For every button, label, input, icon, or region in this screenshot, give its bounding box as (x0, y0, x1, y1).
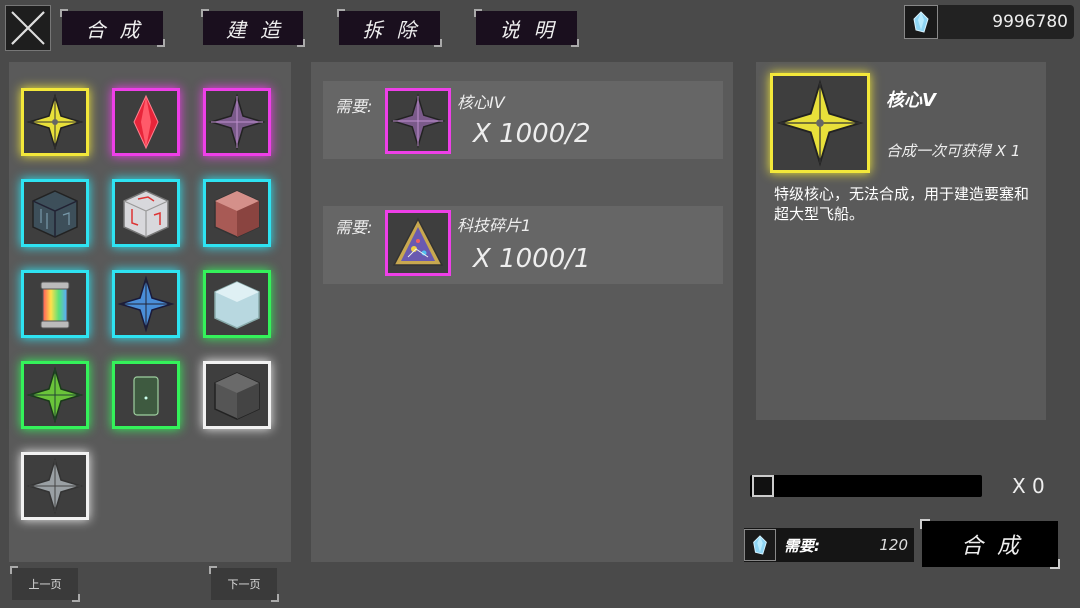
craft-cost: 需要: 120 (744, 528, 914, 562)
requirement-name: 科技碎片1 (457, 216, 532, 235)
inventory-slot-red-crystal[interactable] (112, 88, 180, 156)
inventory-slot-gray-core[interactable] (21, 452, 89, 520)
inventory-slot-core-v[interactable] (21, 88, 89, 156)
dark-circuit-cube-icon (32, 190, 78, 238)
core-v-icon (26, 93, 84, 151)
tab-synthesize[interactable]: 合成 (60, 9, 165, 47)
requirement-count: X 1000/1 (473, 244, 591, 274)
glass-cube-icon (214, 281, 260, 329)
core-v-icon (776, 79, 864, 167)
close-button[interactable] (5, 5, 51, 51)
gray-core-icon (26, 457, 84, 515)
inventory-slot-gray-cube[interactable] (203, 361, 271, 429)
requirement-item-slot (385, 88, 451, 154)
red-crystal-icon (133, 94, 159, 150)
slider-handle[interactable] (752, 475, 774, 497)
inventory-slot-dark-circuit-cube[interactable] (21, 179, 89, 247)
inventory-slot-core-iv[interactable] (203, 88, 271, 156)
inventory-slot-rainbow-capsule[interactable] (21, 270, 89, 338)
currency-display: 9996780 (904, 5, 1074, 39)
requirement-row: 需要: 核心IV X 1000/2 (323, 81, 723, 159)
gray-cube-icon (214, 372, 260, 420)
detail-item-slot (770, 73, 870, 173)
inventory-slot-green-canister[interactable] (112, 361, 180, 429)
inventory-slot-white-circuit-cube[interactable] (112, 179, 180, 247)
cost-label: 需要: (784, 536, 820, 555)
inventory-slot-blue-core[interactable] (112, 270, 180, 338)
currency-amount: 9996780 (992, 12, 1068, 32)
green-core-icon (26, 366, 84, 424)
inventory-slot-green-core[interactable] (21, 361, 89, 429)
requirement-name: 核心IV (457, 93, 505, 112)
inventory-slot-glass-cube[interactable] (203, 270, 271, 338)
green-canister-icon (133, 376, 159, 416)
craft-button[interactable]: 合成 (920, 519, 1060, 569)
crystal-icon (904, 5, 938, 39)
close-icon (11, 11, 45, 45)
next-page-button[interactable]: 下一页 (209, 566, 279, 602)
detail-item-name: 核心V (886, 90, 936, 111)
inventory-slot-red-cube[interactable] (203, 179, 271, 247)
white-circuit-cube-icon (123, 190, 169, 238)
tab-build[interactable]: 建造 (201, 9, 305, 47)
core-iv-icon (208, 93, 266, 151)
crystal-icon (744, 529, 776, 561)
core-iv-icon (390, 93, 446, 149)
tab-instructions[interactable]: 说明 (474, 9, 579, 47)
rainbow-capsule-icon (40, 281, 70, 329)
blue-core-icon (117, 275, 175, 333)
prev-page-button[interactable]: 上一页 (10, 566, 80, 602)
cost-value: 120 (879, 536, 908, 554)
requirement-count: X 1000/2 (473, 119, 591, 149)
detail-description: 特级核心，无法合成，用于建造要塞和超大型飞船。 (774, 185, 1030, 223)
red-cube-icon (214, 190, 260, 238)
tab-demolish[interactable]: 拆除 (337, 9, 442, 47)
tech-fragment-icon (392, 217, 444, 266)
quantity-display: X 0 (1012, 474, 1045, 498)
requirement-row: 需要: 科技碎片1 X 1000/1 (323, 206, 723, 284)
quantity-slider[interactable] (750, 475, 982, 497)
requirement-item-slot (385, 210, 451, 276)
detail-yield: 合成一次可获得 X 1 (886, 142, 1021, 160)
